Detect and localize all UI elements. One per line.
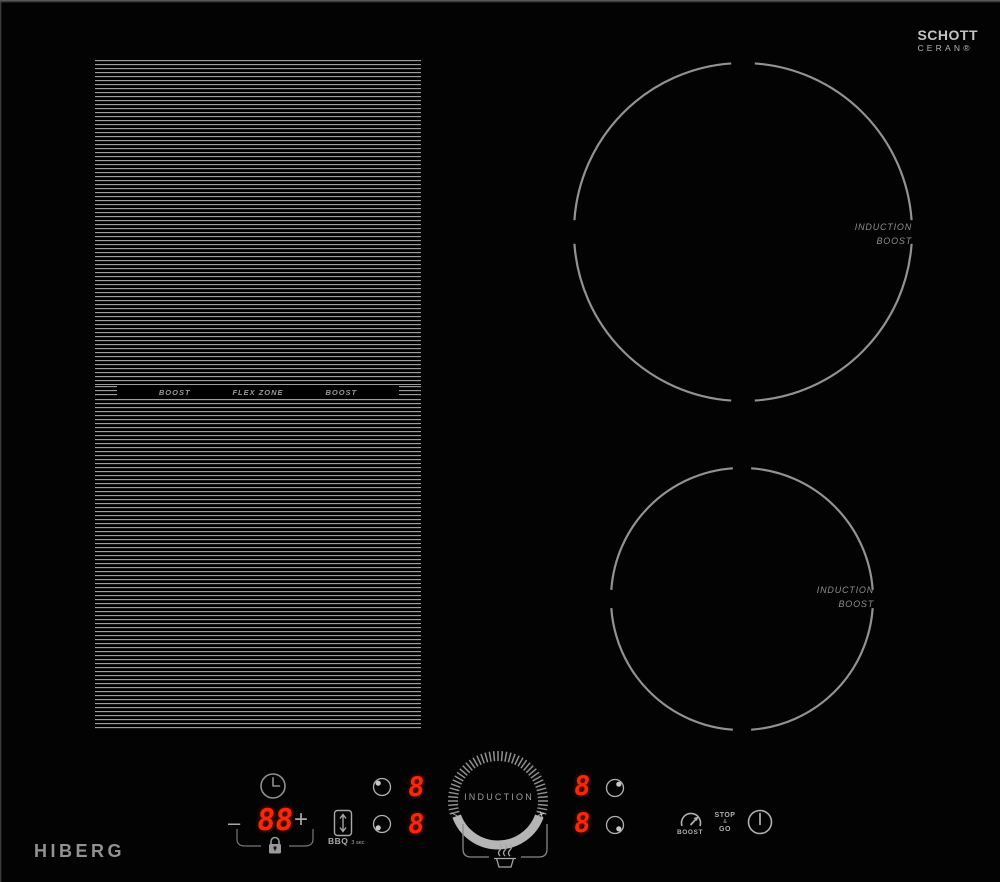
zone-display-right-top: 8 (567, 773, 596, 800)
zone-bottom-label-line2: BOOST (838, 599, 874, 609)
keep-warm-icon[interactable] (494, 844, 516, 867)
cooktop-surface: SCHOTT CERAN® BOOST FLEX ZONE BOOST (0, 0, 1000, 882)
dial-bracket (463, 824, 547, 857)
dial-plus-mark[interactable]: + (535, 806, 547, 823)
zone-top-label-line1: INDUCTION (855, 222, 912, 232)
zone-display-left-bottom: 8 (401, 811, 430, 838)
zone-top-label-line2: BOOST (876, 236, 912, 246)
flex-zone-boost-right-label: BOOST (325, 388, 357, 397)
flex-zone-hatch-top (95, 60, 421, 385)
boost-button-label[interactable]: BOOST (668, 829, 712, 836)
timer-minus-button[interactable]: – (228, 812, 240, 834)
flex-zone-hatch-bottom (95, 399, 421, 730)
glass-edge-top (0, 0, 1000, 3)
child-lock-icon[interactable] (265, 834, 285, 856)
dial-minus-mark[interactable]: – (448, 805, 462, 822)
power-icon[interactable] (745, 807, 775, 837)
zone-bottom-label-line1: INDUCTION (817, 585, 874, 595)
glass-edge-left (0, 0, 2, 882)
bbq-label: BBQ 3 sec (328, 836, 376, 846)
stop-go-go-text: GO (709, 826, 741, 834)
stop-go-button[interactable]: STOP & GO (709, 812, 741, 834)
boost-gauge-icon[interactable] (678, 810, 704, 830)
induction-dial-slider-arc[interactable] (457, 816, 540, 845)
zone-knob-icon-left-bottom[interactable] (371, 813, 393, 835)
zone-knob-icon-right-top[interactable] (604, 777, 626, 799)
zone-knob-icon-left-top[interactable] (371, 776, 393, 798)
bbq-slider-icon[interactable] (333, 809, 353, 837)
induction-dial-label: INDUCTION (453, 792, 545, 802)
schott-logo-line2: CERAN® (917, 44, 978, 53)
schott-ceran-logo: SCHOTT CERAN® (917, 28, 978, 53)
zone-display-left-top: 8 (401, 774, 430, 801)
induction-boost-label-top: INDUCTION BOOST (790, 221, 912, 248)
flex-zone-boost-left-label: BOOST (159, 388, 191, 397)
timer-plus-button[interactable]: + (294, 808, 308, 832)
hiberg-logo: HIBERG (34, 841, 125, 862)
schott-logo-line1: SCHOTT (917, 28, 978, 43)
flex-zone-band-stub-left (95, 386, 117, 398)
bbq-hold-text: 3 sec (351, 840, 364, 846)
zone-knob-icon-right-bottom[interactable] (604, 814, 626, 836)
flex-zone-label-band: BOOST FLEX ZONE BOOST (95, 385, 421, 399)
timer-clock-icon[interactable] (258, 771, 288, 801)
flex-zone-label: FLEX ZONE (232, 388, 283, 397)
flex-zone-band-stub-right (399, 386, 421, 398)
flex-zone-area: BOOST FLEX ZONE BOOST (95, 60, 421, 730)
induction-dial-tick-ring (448, 751, 548, 814)
zone-display-right-bottom: 8 (567, 810, 596, 837)
bbq-label-text: BBQ (328, 836, 348, 846)
induction-boost-label-bottom: INDUCTION BOOST (752, 584, 874, 611)
